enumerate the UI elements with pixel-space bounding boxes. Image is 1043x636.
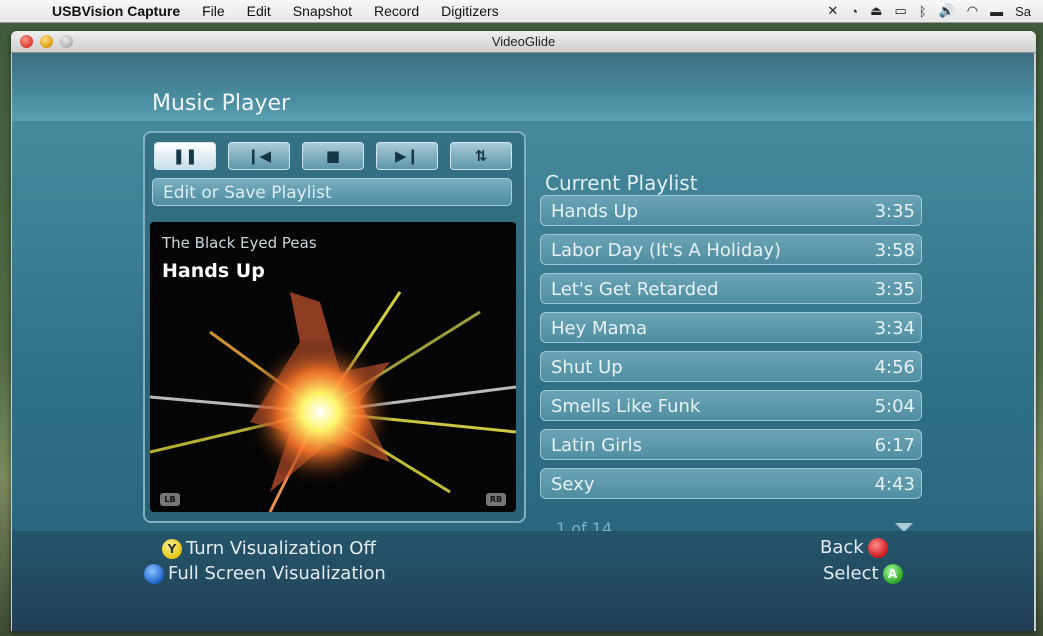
footer-bar: Y Turn Visualization Off Full Screen Vis… [12,531,1034,631]
playlist-item[interactable]: Shut Up 4:56 [540,351,922,382]
track-name: Hands Up [551,201,639,222]
track-name: Latin Girls [551,435,642,456]
playlist-item[interactable]: Sexy 4:43 [540,468,922,499]
eject-icon[interactable]: ⏏ [870,3,882,19]
player-panel: ❚❚ ❙◀ ■ ▶❙ ⇅ Edit or Save Playlist The B… [143,131,526,523]
track-name: Labor Day (It's A Holiday) [551,240,782,261]
next-button[interactable]: ▶❙ [376,142,438,170]
now-playing-track: Hands Up [162,260,265,282]
track-duration: 6:17 [874,435,915,456]
wifi-icon[interactable]: ◠ [967,3,978,19]
a-button-icon: A [882,563,903,584]
y-hint-label: Turn Visualization Off [186,538,376,559]
rb-badge-icon: RB [486,493,506,506]
video-screen: Music Player ❚❚ ❙◀ ■ ▶❙ ⇅ Edit or Save P… [12,53,1034,631]
menu-digitizers[interactable]: Digitizers [441,3,499,19]
videoglide-window: VideoGlide Music Player ❚❚ ❙◀ ■ ▶❙ ⇅ Edi… [11,31,1036,631]
playlist-title: Current Playlist [545,171,698,195]
volume-icon[interactable]: 🔊 [939,3,955,19]
track-duration: 3:58 [874,240,915,261]
page-title: Music Player [152,91,291,116]
track-name: Hey Mama [551,318,648,339]
x-hint-label: Full Screen Visualization [168,563,386,584]
playlist-item[interactable]: Hey Mama 3:34 [540,312,922,343]
track-duration: 5:04 [874,396,915,417]
track-name: Sexy [551,474,595,495]
menu-snapshot[interactable]: Snapshot [293,3,352,19]
window-titlebar[interactable]: VideoGlide [11,31,1036,53]
status-menus: ✕ ◔ ⏏ ▭ ᛒ 🔊 ◠ ▬ Sa [827,0,1043,22]
pause-button[interactable]: ❚❚ [154,142,216,170]
menu-bar: USBVision Capture File Edit Snapshot Rec… [0,0,1043,23]
track-duration: 3:35 [874,201,915,222]
lb-badge-icon: LB [160,493,180,506]
edit-playlist-button[interactable]: Edit or Save Playlist [152,178,512,206]
playlist-item[interactable]: Labor Day (It's A Holiday) 3:58 [540,234,922,265]
x-button-icon [144,563,164,584]
track-name: Smells Like Funk [551,396,701,417]
close-button[interactable] [20,35,33,48]
x-hint[interactable]: Full Screen Visualization [144,563,386,584]
back-label: Back [820,537,864,558]
b-button-icon [867,537,888,558]
network-blocked-icon[interactable]: ✕ [827,3,838,19]
back-hint[interactable]: Back [820,537,892,558]
menu-edit[interactable]: Edit [247,3,271,19]
y-hint[interactable]: Y Turn Visualization Off [162,538,376,559]
bluetooth-icon[interactable]: ᛒ [919,4,927,19]
previous-button[interactable]: ❙◀ [228,142,290,170]
zoom-button[interactable] [60,35,73,48]
stop-button[interactable]: ■ [302,142,364,170]
user-name[interactable]: Sa [1015,4,1031,19]
time-machine-icon[interactable]: ◔ [850,4,858,19]
select-label: Select [823,563,879,584]
playlist-item[interactable]: Latin Girls 6:17 [540,429,922,460]
now-playing-artist: The Black Eyed Peas [162,234,317,252]
menu-record[interactable]: Record [374,3,419,19]
playlist-item[interactable]: Smells Like Funk 5:04 [540,390,922,421]
track-name: Shut Up [551,357,623,378]
flag-icon[interactable]: ▬ [990,4,1003,19]
visualization-area: The Black Eyed Peas Hands Up LB RB [150,222,516,512]
minimize-button[interactable] [40,35,53,48]
track-duration: 3:35 [874,279,915,300]
window-title: VideoGlide [491,34,556,49]
track-duration: 3:34 [874,318,915,339]
app-menu[interactable]: USBVision Capture [52,3,180,19]
track-duration: 4:43 [874,474,915,495]
playlist-item[interactable]: Hands Up 3:35 [540,195,922,226]
track-name: Let's Get Retarded [551,279,719,300]
menu-file[interactable]: File [202,3,225,19]
select-hint[interactable]: Select A [823,563,907,584]
y-button-icon: Y [162,538,182,559]
playlist-item[interactable]: Let's Get Retarded 3:35 [540,273,922,304]
shuffle-button[interactable]: ⇅ [450,142,512,170]
track-duration: 4:56 [874,357,915,378]
battery-icon[interactable]: ▭ [894,3,906,19]
